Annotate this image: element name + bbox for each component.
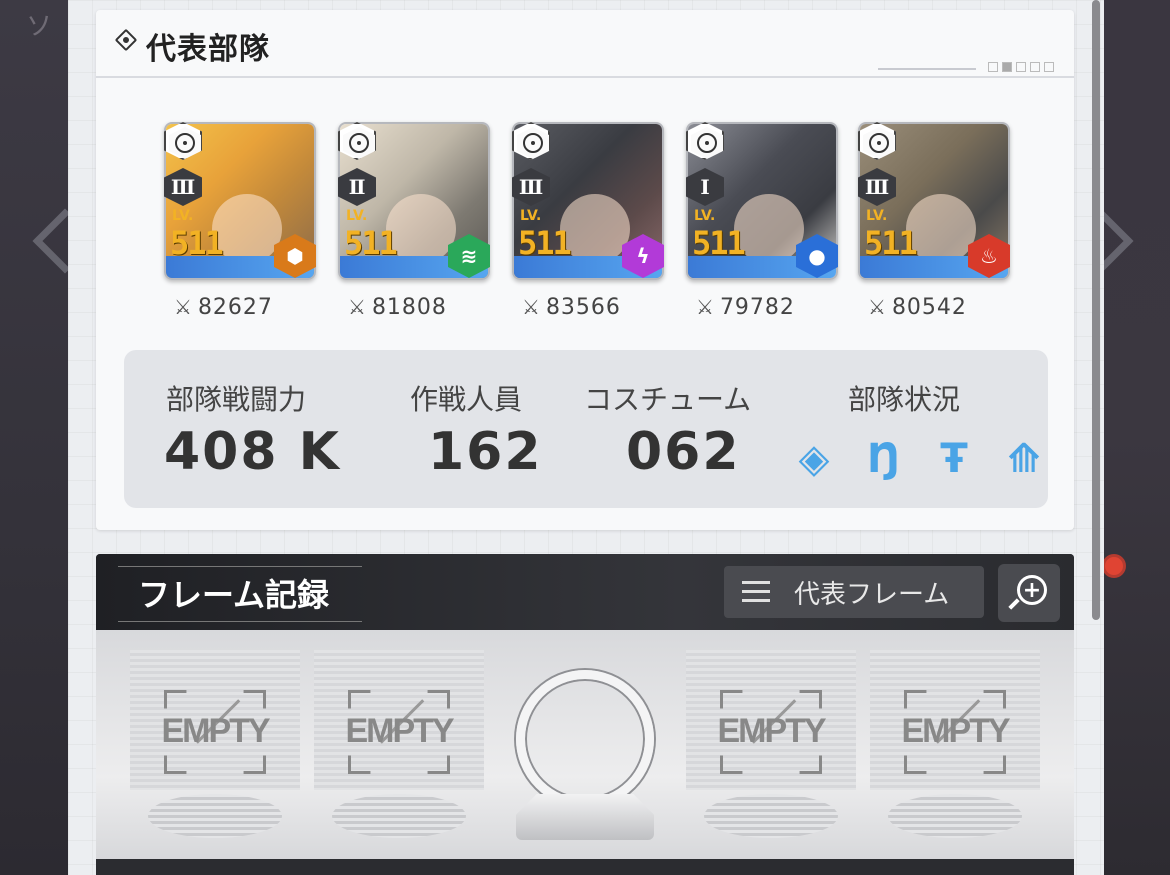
level-value: 511 — [692, 224, 746, 262]
squad-power-label: 部隊戦闘力 — [166, 383, 307, 416]
member-power: ⚔ 80542 — [868, 292, 1008, 322]
stage-bottom-bar — [96, 859, 1074, 875]
staff-label: 作戦人員 — [410, 383, 523, 416]
frame-slot-4[interactable]: EMPTY — [870, 650, 1040, 855]
frame-ring — [516, 670, 654, 808]
squad-status-icons: ◈ Ŋ Ŧ ⟰ — [792, 434, 1046, 484]
squad-member-2[interactable]: Ⅱ LV. 511 ≋ ⚔ 81808 — [338, 122, 490, 322]
power-value: 80542 — [891, 294, 967, 320]
level-label: LV. — [866, 208, 888, 224]
staff-value: 162 — [428, 422, 543, 482]
level-value: 511 — [864, 224, 918, 262]
crossed-swords-icon: ⚔ — [696, 295, 714, 319]
status-diamond-icon: ◈ — [798, 436, 830, 482]
status-bracket-icon: Ŋ — [867, 436, 901, 482]
empty-label: EMPTY — [901, 712, 1010, 750]
member-power: ⚔ 79782 — [696, 292, 836, 322]
squad-member-5[interactable]: Ⅲ LV. 511 ♨ ⚔ 80542 — [858, 122, 1010, 322]
header-decoration-line — [878, 68, 976, 70]
squad-status-label: 部隊状況 — [848, 383, 961, 416]
power-value: 79782 — [719, 294, 795, 320]
level-value: 511 — [344, 224, 398, 262]
zoom-in-icon: + — [1017, 575, 1047, 605]
level-label: LV. — [694, 208, 716, 224]
level-label: LV. — [346, 208, 368, 224]
frame-base — [516, 794, 654, 840]
representative-frame-label: 代表フレーム — [794, 579, 950, 610]
level-value: 511 — [170, 224, 224, 262]
empty-label: EMPTY — [345, 712, 454, 750]
frame-slot-3[interactable]: EMPTY — [686, 650, 856, 855]
background-left — [0, 0, 70, 875]
squad-stats: 部隊戦闘力 408 K 作戦人員 162 コスチューム 062 部隊状況 ◈ Ŋ… — [124, 350, 1048, 508]
level-label: LV. — [520, 208, 542, 224]
level-value: 511 — [518, 224, 572, 262]
member-power: ⚔ 81808 — [348, 292, 488, 322]
representative-frame-button[interactable]: 代表フレーム — [724, 566, 984, 618]
background-right — [1100, 0, 1170, 875]
member-power: ⚔ 83566 — [522, 292, 662, 322]
empty-label: EMPTY — [161, 712, 270, 750]
squad-member-4[interactable]: Ⅰ LV. 511 ● ⚔ 79782 — [686, 122, 838, 322]
level-label: LV. — [172, 208, 194, 224]
costume-label: コスチューム — [584, 383, 752, 416]
frame-slot-2[interactable]: EMPTY — [314, 650, 484, 855]
crossed-swords-icon: ⚔ — [174, 295, 192, 319]
power-value: 82627 — [197, 294, 273, 320]
representative-frame-slot[interactable] — [516, 670, 654, 845]
crossed-swords-icon: ⚔ — [868, 295, 886, 319]
squad-member-3[interactable]: Ⅲ LV. 511 ϟ ⚔ 83566 — [512, 122, 664, 322]
squad-title: 代表部隊 — [146, 32, 270, 67]
status-arrow-icon: ⟰ — [1007, 436, 1041, 482]
power-value: 81808 — [371, 294, 447, 320]
frame-header: フレーム記録 代表フレーム + — [96, 554, 1074, 630]
crossed-swords-icon: ⚔ — [522, 295, 540, 319]
costume-value: 062 — [626, 422, 741, 482]
scrollbar[interactable] — [1092, 0, 1100, 620]
background-partial-text: ソ — [26, 12, 53, 42]
empty-label: EMPTY — [717, 712, 826, 750]
frame-title: フレーム記録 — [138, 576, 330, 614]
list-icon — [742, 581, 770, 603]
status-t-icon: Ŧ — [940, 436, 968, 482]
notification-dot — [1102, 554, 1126, 578]
squad-header: 代表部隊 — [96, 10, 1074, 78]
representative-squad-card: 代表部隊 Ⅲ LV. 511 ⬢ ⚔ 82627 Ⅱ LV. 511 ≋ ⚔ 8… — [96, 10, 1074, 530]
zoom-in-button[interactable]: + — [998, 564, 1060, 622]
frame-record-card: フレーム記録 代表フレーム + EMPTY EMPTY EMPTY EMPTY — [96, 554, 1074, 875]
frame-slot-1[interactable]: EMPTY — [130, 650, 300, 855]
squad-member-1[interactable]: Ⅲ LV. 511 ⬢ ⚔ 82627 — [164, 122, 316, 322]
crossed-swords-icon: ⚔ — [348, 295, 366, 319]
diamond-icon — [114, 28, 138, 52]
member-power: ⚔ 82627 — [174, 292, 314, 322]
header-decoration-squares — [988, 62, 1054, 72]
power-value: 83566 — [545, 294, 621, 320]
squad-power-value: 408 K — [164, 422, 341, 482]
frame-stage: EMPTY EMPTY EMPTY EMPTY — [96, 630, 1074, 875]
